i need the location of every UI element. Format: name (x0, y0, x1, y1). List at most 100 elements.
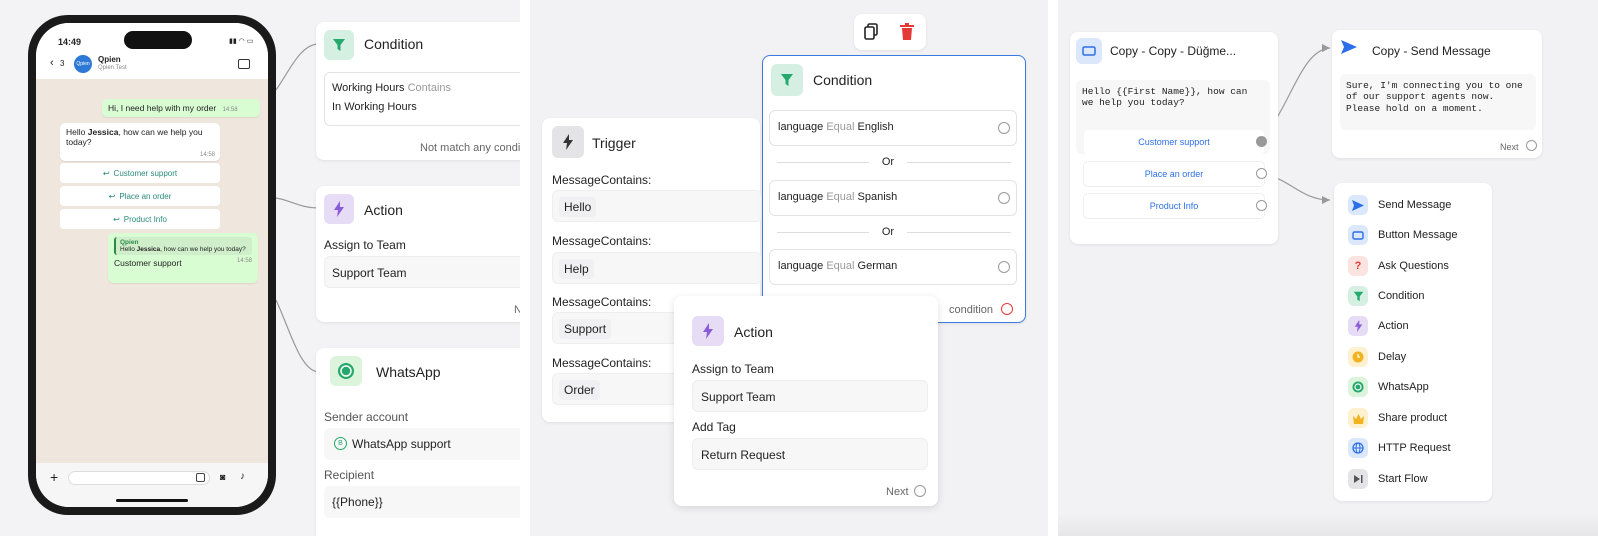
condition-node[interactable]: Condition Working Hours Contains In Work… (316, 22, 520, 160)
reply-icon: ↩ (113, 214, 120, 224)
team-field[interactable]: Support Team (692, 380, 928, 412)
whatsapp-icon (1348, 377, 1368, 397)
condition-node-selected[interactable]: Condition language Equal English Or lang… (762, 55, 1026, 323)
back-count: 3 (60, 59, 65, 68)
condition-row[interactable]: language Equal Spanish (769, 180, 1017, 216)
sticker-icon[interactable] (196, 473, 205, 482)
status-icons: ▮▮ ◠ ▭ (229, 38, 254, 45)
store-icon[interactable] (238, 59, 250, 69)
tag-field[interactable]: Return Request (692, 438, 928, 470)
back-icon[interactable]: ‹ (50, 57, 54, 69)
phone-frame: 14:49 ▮▮ ◠ ▭ ‹ 3 Qpien Qpien Qpien Test … (28, 15, 276, 515)
plus-icon[interactable]: + (50, 469, 58, 485)
field-label: Add Tag (692, 420, 736, 434)
button-customer-support[interactable]: Customer support (1084, 130, 1264, 154)
action-node[interactable]: Action Assign to Team Support Team N (316, 186, 520, 322)
or-label: Or (869, 156, 907, 168)
menu-item-button-message[interactable]: Button Message (1348, 224, 1458, 246)
globe-icon (1348, 438, 1368, 458)
camera-icon[interactable]: ◙ (220, 472, 225, 482)
reply-icon: ↩ (102, 168, 110, 178)
fallback-handle[interactable] (1001, 303, 1013, 315)
sender-field[interactable]: B WhatsApp support (324, 428, 520, 460)
output-handle[interactable] (1256, 200, 1267, 211)
button-message-node[interactable]: Copy - Copy - Düğme... Hello {{First Nam… (1070, 32, 1278, 244)
filter-icon (324, 30, 354, 60)
menu-item-condition[interactable]: Condition (1348, 285, 1424, 307)
node-footer: Next (886, 486, 909, 498)
output-handle-filled[interactable] (1256, 136, 1267, 147)
output-handle[interactable] (998, 122, 1010, 134)
trash-icon[interactable] (900, 23, 914, 40)
send-icon (1340, 39, 1362, 59)
node-title: Action (364, 202, 403, 218)
output-handle[interactable] (998, 192, 1010, 204)
button-product-info[interactable]: Product Info (1084, 194, 1264, 218)
quick-reply-product-info[interactable]: ↩ Product Info (60, 209, 220, 229)
menu-item-delay[interactable]: Delay (1348, 346, 1406, 368)
message-incoming: Hello Jessica, how can we help you today… (60, 123, 220, 161)
node-footer: Not match any condit (420, 142, 520, 154)
field-label: Assign to Team (692, 362, 774, 376)
copy-icon[interactable] (864, 23, 878, 40)
action-node[interactable]: Action Assign to Team Support Team Add T… (674, 296, 938, 506)
quick-reply-place-order[interactable]: ↩ Place an order (60, 186, 220, 206)
menu-item-share-product[interactable]: Share product (1348, 407, 1447, 429)
panel-whatsapp-preview: 14:49 ▮▮ ◠ ▭ ‹ 3 Qpien Qpien Qpien Test … (0, 0, 520, 536)
button-icon (1348, 225, 1368, 245)
team-field[interactable]: Support Team (324, 256, 520, 288)
message-outgoing: Hi, I need help with my order 14:58 (102, 99, 260, 117)
output-handle[interactable] (914, 485, 926, 497)
question-icon: ? (1348, 256, 1368, 276)
node-title: Copy - Copy - Düğme... (1110, 44, 1237, 58)
button-place-order[interactable]: Place an order (1084, 162, 1264, 186)
send-icon (1348, 195, 1368, 215)
message-time: 14:58 (199, 152, 215, 158)
message-text: Hi, I need help with my order (108, 103, 217, 113)
or-label: Or (869, 226, 907, 238)
message-text[interactable]: Sure, I'm connecting you to one of our s… (1340, 74, 1536, 130)
whatsapp-business-icon: B (334, 437, 347, 450)
output-handle[interactable] (998, 261, 1010, 273)
menu-item-ask-questions[interactable]: ? Ask Questions (1348, 255, 1449, 277)
field-label: MessageContains: (552, 234, 652, 248)
recipient-field[interactable]: {{Phone}} (324, 486, 520, 518)
message-reply: Qpien Hello Jessica, how can we help you… (108, 233, 258, 283)
node-title: Action (734, 324, 773, 340)
menu-item-action[interactable]: Action (1348, 315, 1409, 337)
menu-item-start-flow[interactable]: Start Flow (1348, 468, 1428, 490)
menu-item-send-message[interactable]: Send Message (1348, 194, 1451, 216)
condition-row[interactable]: language Equal English (769, 110, 1017, 146)
status-time: 14:49 (58, 37, 82, 47)
reply-icon: ↩ (108, 191, 116, 201)
keyword-field[interactable]: Hello (552, 190, 762, 222)
contact-avatar[interactable]: Qpien (74, 55, 92, 73)
contact-name: Qpien (98, 55, 121, 64)
message-input[interactable] (68, 471, 210, 485)
node-toolbar (854, 14, 926, 50)
bolt-icon (1348, 316, 1368, 336)
panel-flow-editor: Trigger MessageContains: Hello MessageCo… (530, 0, 1048, 536)
condition-row[interactable]: language Equal German (769, 249, 1017, 285)
condition-box[interactable]: Working Hours Contains In Working Hours (324, 72, 520, 126)
menu-item-whatsapp[interactable]: WhatsApp (1348, 376, 1429, 398)
field-label: Recipient (324, 468, 375, 482)
node-title: Copy - Send Message (1372, 44, 1491, 58)
filter-icon (1348, 286, 1368, 306)
node-title: Condition (813, 72, 873, 88)
field-label: MessageContains: (552, 173, 652, 187)
notch (124, 31, 192, 49)
quick-reply-customer-support[interactable]: ↩ Customer support (60, 163, 220, 183)
node-footer: condition (949, 304, 994, 316)
bottom-shade (1058, 514, 1598, 536)
mic-icon[interactable]: ♪ (240, 471, 245, 482)
field-label: Sender account (324, 410, 409, 424)
whatsapp-node[interactable]: WhatsApp Sender account B WhatsApp suppo… (316, 348, 520, 536)
keyword-field[interactable]: Help (552, 252, 762, 284)
output-handle[interactable] (1526, 140, 1537, 151)
menu-item-http-request[interactable]: HTTP Request (1348, 437, 1451, 459)
send-message-node[interactable]: Copy - Send Message Sure, I'm connecting… (1332, 30, 1542, 158)
node-type-menu: Send Message Button Message ? Ask Questio… (1334, 183, 1492, 501)
output-handle[interactable] (1256, 168, 1267, 179)
clock-icon (1348, 347, 1368, 367)
